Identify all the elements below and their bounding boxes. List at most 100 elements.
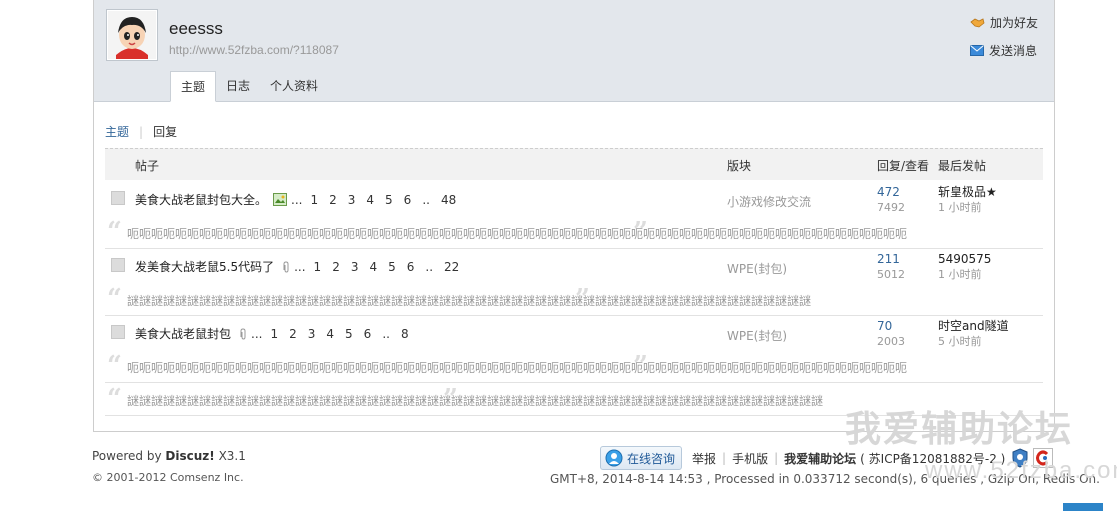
page-link[interactable]: 2 [289,327,297,341]
report-link[interactable]: 举报 [692,450,716,467]
back-to-top-button[interactable] [1063,503,1103,511]
page-dots: .. [422,192,430,207]
last-post-time[interactable]: 1 小时前 [938,200,997,215]
page-link[interactable]: 6 [404,193,412,207]
reply-view-counts: 70 2003 [877,319,905,349]
page-link[interactable]: 2 [332,260,340,274]
page-link[interactable]: 1 [314,260,322,274]
thread-forum[interactable]: WPE(封包) [727,327,787,344]
page-link[interactable]: 5 [385,193,393,207]
page-link-last[interactable]: 22 [444,260,459,274]
last-post-time[interactable]: 5 小时前 [938,334,1009,349]
page-link[interactable]: 1 [310,193,318,207]
thread-title[interactable]: 美食大战老鼠封包 [135,325,231,342]
profile-tabs: 主题 日志 个人资料 [170,71,328,102]
tab-topics[interactable]: 主题 [170,71,217,102]
reply-quote: “ 呃呃呃呃呃呃呃呃呃呃呃呃呃呃呃呃呃呃呃呃呃呃呃呃呃呃呃呃呃呃呃呃呃呃呃呃呃呃… [105,214,1043,249]
mobile-link[interactable]: 手机版 [732,450,768,467]
reply-quote: “ 謎謎謎謎謎謎謎謎謎謎謎謎謎謎謎謎謎謎謎謎謎謎謎謎謎謎謎謎謎謎謎謎謎謎謎謎謎謎… [105,281,1043,316]
watermark-url: www.52fzba.com [925,457,1117,484]
add-friend-button[interactable]: 加为好友 [970,12,1038,32]
quote-open-icon: “ [107,217,122,247]
page-link[interactable]: 4 [366,193,374,207]
reply-view-counts: 211 5012 [877,252,905,282]
quote-close-icon: ” [633,217,648,247]
last-post-time[interactable]: 1 小时前 [938,267,991,282]
powered-by: Powered by Discuz! X3.1 [92,449,246,463]
quote-close-icon: ” [633,351,648,381]
thread-icon [111,258,125,272]
reply-count[interactable]: 70 [877,319,892,333]
page-link[interactable]: 5 [388,260,396,274]
footer-separator: | [774,451,779,465]
pagination: 1 2 3 4 5 6 .. 8 [270,327,408,341]
page-link[interactable]: 6 [407,260,415,274]
thread-icon [111,191,125,205]
avatar[interactable] [106,9,158,61]
page-link[interactable]: 5 [345,327,353,341]
reply-count[interactable]: 211 [877,252,900,266]
attachment-icon [240,327,246,340]
quote-text[interactable]: 謎謎謎謎謎謎謎謎謎謎謎謎謎謎謎謎謎謎謎謎謎謎謎謎謎謎謎謎謎謎謎謎謎謎謎謎謎謎謎謎… [127,392,823,409]
last-post: 时空and隧道 5 小时前 [938,319,1009,349]
subnav-separator: | [139,124,144,139]
profile-url[interactable]: http://www.52fzba.com/?118087 [169,43,339,57]
username[interactable]: eeesss [169,19,223,39]
thread-icon [111,325,125,339]
page-link[interactable]: 1 [270,327,278,341]
reply-view-counts: 472 7492 [877,185,905,215]
subnav: 主题 | 回复 [105,123,177,140]
page-link[interactable]: 3 [308,327,316,341]
page-link-last[interactable]: 48 [441,193,456,207]
page-link[interactable]: 6 [364,327,372,341]
page-link[interactable]: 3 [351,260,359,274]
page-link[interactable]: 4 [369,260,377,274]
header-reply-view: 回复/查看 [877,159,930,173]
online-consult-button[interactable]: 在线咨询 [600,446,683,470]
send-message-label: 发送消息 [988,43,1037,58]
tab-profile[interactable]: 个人资料 [260,71,328,100]
page-dots: .. [382,326,390,341]
discuz-link[interactable]: Discuz! [165,449,214,463]
thread-title[interactable]: 发美食大战老鼠5.5代码了 [135,258,274,275]
page-ellipsis: ... [251,326,263,341]
subnav-topics[interactable]: 主题 [105,123,129,140]
quote-close-icon: ” [575,284,590,314]
copyright[interactable]: © 2001-2012 Comsenz Inc. [92,471,244,484]
handshake-icon [970,17,985,27]
thread-forum[interactable]: WPE(封包) [727,260,787,277]
last-post: 斩皇极品★ 1 小时前 [938,185,997,215]
subnav-replies[interactable]: 回复 [153,123,177,140]
last-post-user[interactable]: 时空and隧道 [938,319,1009,333]
page-link[interactable]: 4 [326,327,334,341]
page-ellipsis: ... [291,192,303,207]
quote-text[interactable]: 謎謎謎謎謎謎謎謎謎謎謎謎謎謎謎謎謎謎謎謎謎謎謎謎謎謎謎謎謎謎謎謎謎謎謎謎謎謎謎謎… [127,292,811,309]
reply-quote: “ 呃呃呃呃呃呃呃呃呃呃呃呃呃呃呃呃呃呃呃呃呃呃呃呃呃呃呃呃呃呃呃呃呃呃呃呃呃呃… [105,348,1043,383]
add-friend-label: 加为好友 [989,15,1038,30]
profile-header: eeesss http://www.52fzba.com/?118087 加为好… [94,0,1054,102]
view-count: 5012 [877,268,905,281]
quote-text[interactable]: 呃呃呃呃呃呃呃呃呃呃呃呃呃呃呃呃呃呃呃呃呃呃呃呃呃呃呃呃呃呃呃呃呃呃呃呃呃呃呃呃… [127,359,907,376]
thread-forum[interactable]: 小游戏修改交流 [727,193,811,210]
site-name-link[interactable]: 我爱辅助论坛 [784,450,856,467]
last-post-user[interactable]: 斩皇极品★ [938,185,997,199]
pagination: 1 2 3 4 5 6 .. 48 [310,193,456,207]
quote-open-icon: “ [107,351,122,381]
page-link[interactable]: 2 [329,193,337,207]
last-post-user[interactable]: 5490575 [938,252,991,266]
reply-count[interactable]: 472 [877,185,900,199]
mail-icon [969,44,984,56]
quote-text[interactable]: 呃呃呃呃呃呃呃呃呃呃呃呃呃呃呃呃呃呃呃呃呃呃呃呃呃呃呃呃呃呃呃呃呃呃呃呃呃呃呃呃… [127,225,907,242]
consult-icon [605,449,623,467]
table-header: 帖子 版块 回复/查看 最后发帖 [105,148,1043,180]
page-link[interactable]: 3 [348,193,356,207]
send-message-button[interactable]: 发送消息 [969,40,1038,60]
tab-blog[interactable]: 日志 [216,71,260,100]
image-icon [273,193,288,206]
page-link-last[interactable]: 8 [401,327,409,341]
thread-title[interactable]: 美食大战老鼠封包大全。 [135,191,267,208]
profile-panel: eeesss http://www.52fzba.com/?118087 加为好… [93,0,1055,432]
header-last-post: 最后发帖 [938,159,987,173]
page-ellipsis: ... [294,259,306,274]
watermark-text: 我爱辅助论坛 [845,409,1074,450]
